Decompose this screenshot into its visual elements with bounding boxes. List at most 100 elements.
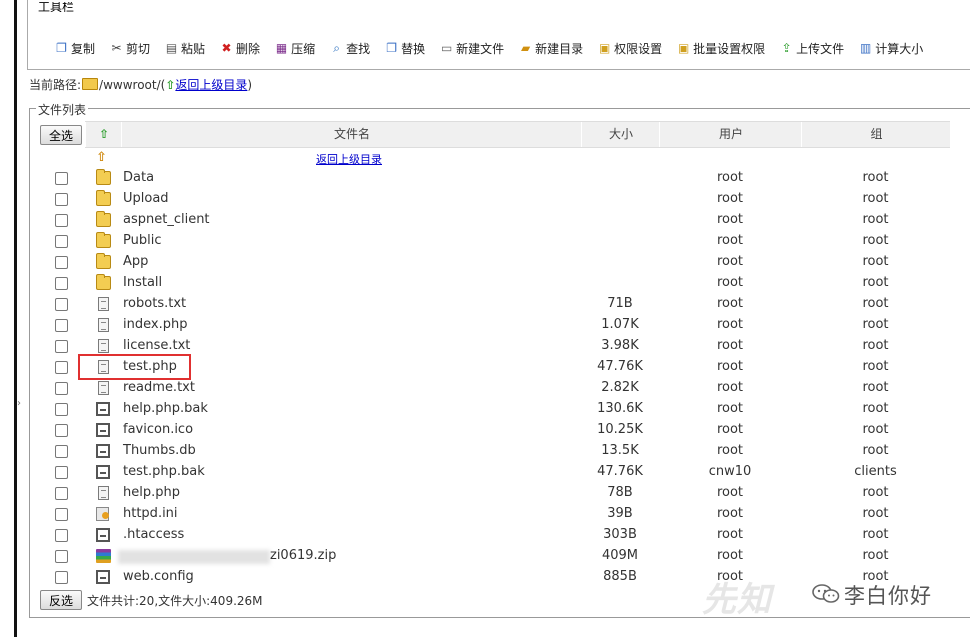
row-checkbox[interactable] xyxy=(55,424,68,437)
file-name[interactable]: Upload xyxy=(123,191,169,206)
cut-button[interactable]: ✂ 剪切 xyxy=(109,40,150,57)
upload-button[interactable]: ⇪ 上传文件 xyxy=(779,40,845,57)
table-row[interactable]: Install root root xyxy=(0,273,970,294)
row-checkbox[interactable] xyxy=(55,571,68,584)
text-file-icon[interactable] xyxy=(98,318,109,332)
permissions-button[interactable]: ▣ 权限设置 xyxy=(597,40,662,57)
new-file-button[interactable]: ▭ 新建文件 xyxy=(439,40,504,57)
folder-icon[interactable] xyxy=(96,190,111,206)
file-name[interactable]: aspnet_client xyxy=(123,212,210,227)
row-checkbox[interactable] xyxy=(55,256,68,269)
file-name[interactable]: license.txt xyxy=(123,338,190,353)
folder-icon[interactable] xyxy=(96,232,111,248)
file-name[interactable]: readme.txt xyxy=(123,380,195,395)
row-checkbox[interactable] xyxy=(55,298,68,311)
binary-file-icon[interactable] xyxy=(96,444,110,458)
file-name[interactable]: zi0619.zip xyxy=(270,548,336,563)
file-name[interactable]: Thumbs.db xyxy=(123,443,196,458)
text-file-icon[interactable] xyxy=(98,339,109,353)
row-checkbox[interactable] xyxy=(55,508,68,521)
folder-icon[interactable] xyxy=(96,211,111,227)
paste-button[interactable]: ▤ 粘贴 xyxy=(164,40,205,57)
invert-selection-button[interactable]: 反选 xyxy=(40,590,82,610)
row-checkbox[interactable] xyxy=(55,340,68,353)
parent-dir-row-link[interactable]: 返回上级目录 xyxy=(316,151,382,167)
row-checkbox[interactable] xyxy=(55,172,68,185)
folder-icon[interactable] xyxy=(96,169,111,185)
batch-permissions-button[interactable]: ▣ 批量设置权限 xyxy=(676,40,765,57)
file-name[interactable]: httpd.ini xyxy=(123,506,178,521)
text-file-icon[interactable] xyxy=(98,486,109,500)
column-header-group[interactable]: 组 xyxy=(801,122,951,147)
file-name[interactable]: web.config xyxy=(123,569,194,584)
table-row[interactable]: Thumbs.db 13.5K root root xyxy=(0,441,970,462)
table-row[interactable]: Upload root root xyxy=(0,189,970,210)
file-name[interactable]: test.php.bak xyxy=(123,464,205,479)
binary-file-icon[interactable] xyxy=(96,528,110,542)
row-checkbox[interactable] xyxy=(55,403,68,416)
up-folder-icon[interactable]: ⇧ xyxy=(96,150,107,165)
table-row[interactable]: App root root xyxy=(0,252,970,273)
compress-button[interactable]: ▦ 压缩 xyxy=(274,40,315,57)
table-row[interactable]: readme.txt 2.82K root root xyxy=(0,378,970,399)
text-file-icon[interactable] xyxy=(98,381,109,395)
table-row[interactable]: .htaccess 303B root root xyxy=(0,525,970,546)
folder-icon[interactable] xyxy=(96,253,111,269)
file-name[interactable]: Install xyxy=(123,275,162,290)
copy-button[interactable]: ❐ 复制 xyxy=(54,40,95,57)
table-row[interactable]: help.php 78B root root xyxy=(0,483,970,504)
row-checkbox[interactable] xyxy=(55,487,68,500)
table-row[interactable]: test.php.bak 47.76K cnw10 clients xyxy=(0,462,970,483)
row-checkbox[interactable] xyxy=(55,214,68,227)
file-name[interactable]: Data xyxy=(123,170,154,185)
file-size: 78B xyxy=(607,485,633,500)
folder-icon[interactable] xyxy=(96,274,111,290)
row-checkbox[interactable] xyxy=(55,529,68,542)
file-group: root xyxy=(862,338,889,353)
column-header-size[interactable]: 大小 xyxy=(581,122,660,147)
zip-archive-icon[interactable] xyxy=(96,549,111,563)
column-header-user[interactable]: 用户 xyxy=(659,122,802,147)
row-checkbox[interactable] xyxy=(55,382,68,395)
file-name[interactable]: favicon.ico xyxy=(123,422,193,437)
file-name[interactable]: App xyxy=(123,254,148,269)
row-checkbox[interactable] xyxy=(55,445,68,458)
config-file-icon[interactable] xyxy=(96,507,109,521)
calc-size-button[interactable]: ▥ 计算大小 xyxy=(858,40,923,57)
file-name[interactable]: .htaccess xyxy=(123,527,184,542)
row-checkbox[interactable] xyxy=(55,193,68,206)
table-row[interactable]: index.php 1.07K root root xyxy=(0,315,970,336)
select-all-button[interactable]: 全选 xyxy=(40,125,82,145)
sort-up-arrow-icon[interactable]: ⇧ xyxy=(85,122,122,147)
file-name[interactable]: help.php xyxy=(123,485,180,500)
file-name[interactable]: help.php.bak xyxy=(123,401,208,416)
row-checkbox[interactable] xyxy=(55,550,68,563)
table-row[interactable]: favicon.ico 10.25K root root xyxy=(0,420,970,441)
parent-dir-link[interactable]: 返回上级目录 xyxy=(175,78,247,92)
text-file-icon[interactable] xyxy=(98,297,109,311)
row-checkbox[interactable] xyxy=(55,466,68,479)
replace-button[interactable]: ❐ 替换 xyxy=(384,40,425,57)
file-name[interactable]: Public xyxy=(123,233,161,248)
column-header-name[interactable]: 文件名 xyxy=(121,122,582,147)
table-row[interactable]: help.php.bak 130.6K root root xyxy=(0,399,970,420)
table-row[interactable]: Public root root xyxy=(0,231,970,252)
delete-button[interactable]: ✖ 删除 xyxy=(219,40,261,57)
table-row[interactable]: httpd.ini 39B root root xyxy=(0,504,970,525)
row-checkbox[interactable] xyxy=(55,361,68,374)
new-dir-button[interactable]: ▰ 新建目录 xyxy=(518,40,583,57)
table-row[interactable]: aspnet_client root root xyxy=(0,210,970,231)
table-row[interactable]: robots.txt 71B root root xyxy=(0,294,970,315)
binary-file-icon[interactable] xyxy=(96,570,110,584)
file-name[interactable]: robots.txt xyxy=(123,296,186,311)
binary-file-icon[interactable] xyxy=(96,465,110,479)
find-button[interactable]: ⌕ 查找 xyxy=(329,40,370,57)
binary-file-icon[interactable] xyxy=(96,423,110,437)
binary-file-icon[interactable] xyxy=(96,402,110,416)
table-row[interactable]: Data root root xyxy=(0,168,970,189)
row-checkbox[interactable] xyxy=(55,235,68,248)
file-name[interactable]: index.php xyxy=(123,317,187,332)
row-checkbox[interactable] xyxy=(55,277,68,290)
row-checkbox[interactable] xyxy=(55,319,68,332)
table-row[interactable]: zi0619.zip 409M root root xyxy=(0,546,970,567)
